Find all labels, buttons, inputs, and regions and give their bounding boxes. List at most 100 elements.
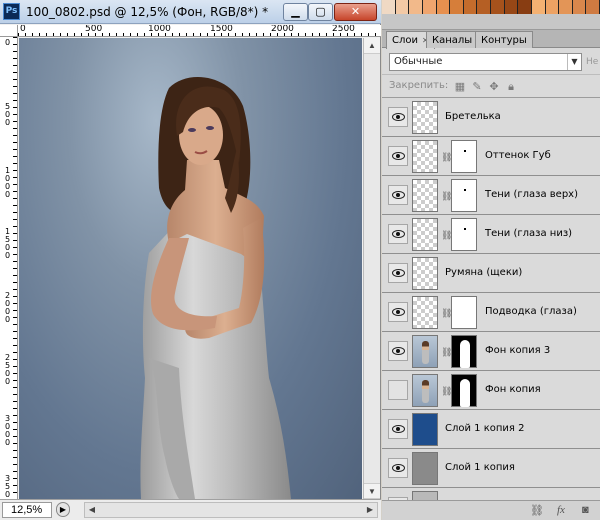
color-swatch[interactable] [422,0,437,14]
layer-thumbnail[interactable] [412,491,438,500]
ruler-label: 2000 [271,25,294,34]
layer-row[interactable]: ⛓ Подводка (глаза) [382,293,600,332]
eye-icon [392,191,405,199]
layer-row[interactable]: ⛓ Тени (глаза верх) [382,176,600,215]
eye-icon [392,347,405,355]
layer-row[interactable]: Румяна (щеки) [382,254,600,293]
layer-mask-thumbnail[interactable] [451,179,477,212]
layer-visibility-toggle[interactable] [388,185,408,205]
scroll-up-icon[interactable]: ▲ [364,38,380,54]
ruler-origin[interactable] [0,25,18,37]
layer-thumbnail[interactable] [412,140,438,173]
layer-row[interactable]: ⛓ Фон копия [382,371,600,410]
color-swatch[interactable] [518,0,532,14]
vertical-scrollbar[interactable]: ▲ ▼ [363,38,380,499]
ruler-label: 2500 [332,25,355,34]
color-swatch[interactable] [409,0,423,14]
scroll-right-icon[interactable]: ▶ [363,503,377,517]
close-button[interactable]: ✕ [334,3,377,21]
layer-visibility-toggle[interactable] [388,107,408,127]
layer-name: Оттенок Губ [485,150,551,161]
eye-icon [392,425,405,433]
document-title-bar[interactable]: Ps 100_0802.psd @ 12,5% (Фон, RGB/8*) * … [0,0,381,24]
tab-paths[interactable]: Контуры [475,31,533,48]
color-swatch[interactable] [477,0,491,14]
layer-visibility-toggle[interactable] [388,224,408,244]
ruler-label: 500 [85,25,103,34]
layer-visibility-toggle[interactable] [388,146,408,166]
layer-visibility-toggle[interactable] [388,419,408,439]
scroll-left-icon[interactable]: ◀ [85,503,99,517]
color-swatch[interactable] [504,0,519,14]
opacity-label: Не [586,57,599,67]
ruler-label: 2500 [4,353,11,386]
layer-visibility-toggle[interactable] [388,380,408,400]
tab-channels[interactable]: Каналы [426,31,479,48]
color-swatch[interactable] [491,0,505,14]
blend-mode-select[interactable]: Обычные ▼ [389,53,582,71]
fx-icon[interactable]: fx [557,504,565,516]
layer-row[interactable]: ⛓ Фон копия 3 [382,332,600,371]
layer-thumbnail[interactable] [412,374,438,407]
horizontal-scrollbar[interactable]: ◀ ▶ [84,502,378,518]
layer-thumbnail[interactable] [412,218,438,251]
vertical-ruler[interactable]: 0 500 1000 1500 2000 2500 3000 3500 [0,37,18,499]
color-swatch[interactable] [531,0,546,14]
eye-icon [392,464,405,472]
layer-mask-thumbnail[interactable] [451,335,477,368]
color-swatch[interactable] [586,0,600,14]
swatches-strip[interactable] [382,0,600,14]
add-mask-icon[interactable]: ◙ [582,504,589,516]
layer-row[interactable]: ⛓ Тени (глаза низ) [382,215,600,254]
layer-thumbnail[interactable] [412,101,438,134]
layer-row[interactable]: Бретелька [382,98,600,137]
blend-mode-row: Обычные ▼ Не [382,49,600,75]
eye-icon [392,269,405,277]
layer-thumbnail[interactable] [412,179,438,212]
layer-thumbnail[interactable] [412,413,438,446]
layer-row[interactable]: ⛓ Оттенок Губ [382,137,600,176]
layer-thumbnail[interactable] [412,452,438,485]
color-swatch[interactable] [559,0,573,14]
color-swatch[interactable] [545,0,560,14]
color-swatch[interactable] [572,0,587,14]
maximize-button[interactable]: ▢ [308,3,333,21]
layer-mask-thumbnail[interactable] [451,374,477,407]
lock-brush-icon[interactable]: ✎ [470,80,484,94]
layer-thumbnail[interactable] [412,335,438,368]
minimize-button[interactable]: ▁ [283,3,308,21]
status-menu-arrow-icon[interactable]: ▶ [56,502,70,517]
layer-thumbnail[interactable] [412,257,438,290]
layer-thumbnail[interactable] [412,296,438,329]
ruler-label: 3500 [4,474,11,500]
scroll-down-icon[interactable]: ▼ [364,483,380,499]
lock-label: Закрепить: [389,80,449,91]
zoom-level-field[interactable]: 12,5% [2,502,52,518]
blend-mode-value: Обычные [394,56,443,67]
horizontal-ruler[interactable]: 0 500 1000 1500 2000 2500 [18,25,381,37]
layer-visibility-toggle[interactable] [388,341,408,361]
layer-visibility-toggle[interactable] [388,263,408,283]
color-swatch[interactable] [463,0,478,14]
color-swatch[interactable] [395,0,410,14]
layer-name: Слой 1 копия [445,462,515,473]
color-swatch[interactable] [382,0,396,14]
layer-row[interactable]: Слой 3 [382,488,600,500]
layer-mask-thumbnail[interactable] [451,218,477,251]
layer-mask-thumbnail[interactable] [451,140,477,173]
link-layers-icon[interactable]: ⛓ [530,504,544,517]
ruler-label: 1000 [4,166,11,199]
color-swatch[interactable] [450,0,464,14]
lock-transparency-icon[interactable]: ▦ [453,80,467,94]
layer-visibility-toggle[interactable] [388,302,408,322]
layer-row[interactable]: Слой 1 копия [382,449,600,488]
layer-row[interactable]: Слой 1 копия 2 [382,410,600,449]
document-title: 100_0802.psd @ 12,5% (Фон, RGB/8*) * [26,5,269,19]
layer-mask-thumbnail[interactable] [451,296,477,329]
document-canvas[interactable] [19,38,362,499]
lock-position-icon[interactable]: ✥ [487,80,501,94]
lock-row: Закрепить: ▦ ✎ ✥ 🔒︎ [382,76,600,98]
lock-all-icon[interactable]: 🔒︎ [504,80,518,94]
layer-visibility-toggle[interactable] [388,458,408,478]
color-swatch[interactable] [436,0,451,14]
